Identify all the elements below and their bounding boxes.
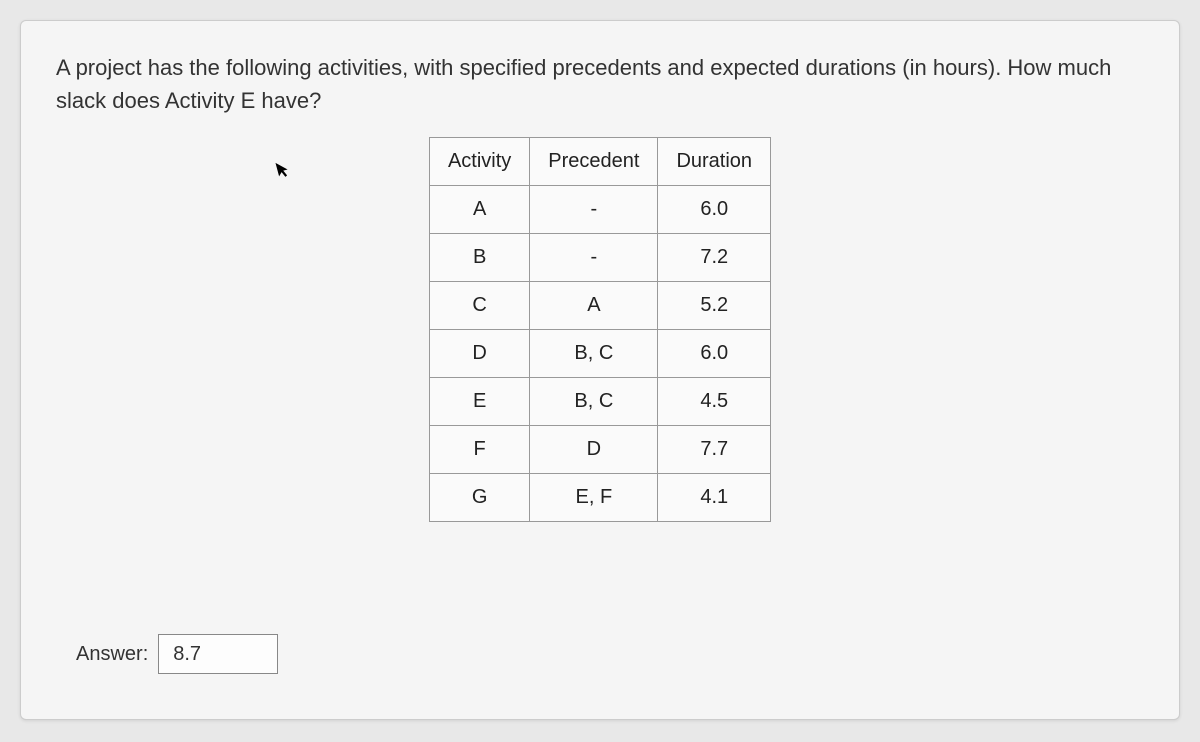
table-row: C A 5.2 <box>429 282 770 330</box>
cell-precedent: - <box>530 234 658 282</box>
answer-value: 8.7 <box>173 643 201 666</box>
activity-table: Activity Precedent Duration A - 6.0 B - … <box>429 137 771 522</box>
activity-table-wrapper: Activity Precedent Duration A - 6.0 B - … <box>56 137 1144 522</box>
header-activity: Activity <box>429 138 529 186</box>
answer-row: Answer: 8.7 <box>76 634 278 674</box>
table-row: D B, C 6.0 <box>429 330 770 378</box>
table-row: B - 7.2 <box>429 234 770 282</box>
table-row: G E, F 4.1 <box>429 474 770 522</box>
cell-activity: G <box>429 474 529 522</box>
table-header-row: Activity Precedent Duration <box>429 138 770 186</box>
cell-activity: C <box>429 282 529 330</box>
table-row: E B, C 4.5 <box>429 378 770 426</box>
cell-precedent: B, C <box>530 378 658 426</box>
cell-precedent: A <box>530 282 658 330</box>
cell-duration: 4.5 <box>658 378 771 426</box>
question-text: A project has the following activities, … <box>56 51 1144 117</box>
cell-precedent: B, C <box>530 330 658 378</box>
cell-precedent: D <box>530 426 658 474</box>
question-card: A project has the following activities, … <box>20 20 1180 720</box>
header-precedent: Precedent <box>530 138 658 186</box>
cell-activity: B <box>429 234 529 282</box>
cell-activity: D <box>429 330 529 378</box>
cell-activity: E <box>429 378 529 426</box>
cell-duration: 4.1 <box>658 474 771 522</box>
cell-duration: 7.7 <box>658 426 771 474</box>
answer-label: Answer: <box>76 643 148 666</box>
cell-duration: 6.0 <box>658 330 771 378</box>
cell-duration: 5.2 <box>658 282 771 330</box>
header-duration: Duration <box>658 138 771 186</box>
cell-duration: 7.2 <box>658 234 771 282</box>
cell-activity: A <box>429 186 529 234</box>
answer-input[interactable]: 8.7 <box>158 634 278 674</box>
table-row: F D 7.7 <box>429 426 770 474</box>
cell-precedent: - <box>530 186 658 234</box>
cell-activity: F <box>429 426 529 474</box>
table-row: A - 6.0 <box>429 186 770 234</box>
cell-precedent: E, F <box>530 474 658 522</box>
cell-duration: 6.0 <box>658 186 771 234</box>
